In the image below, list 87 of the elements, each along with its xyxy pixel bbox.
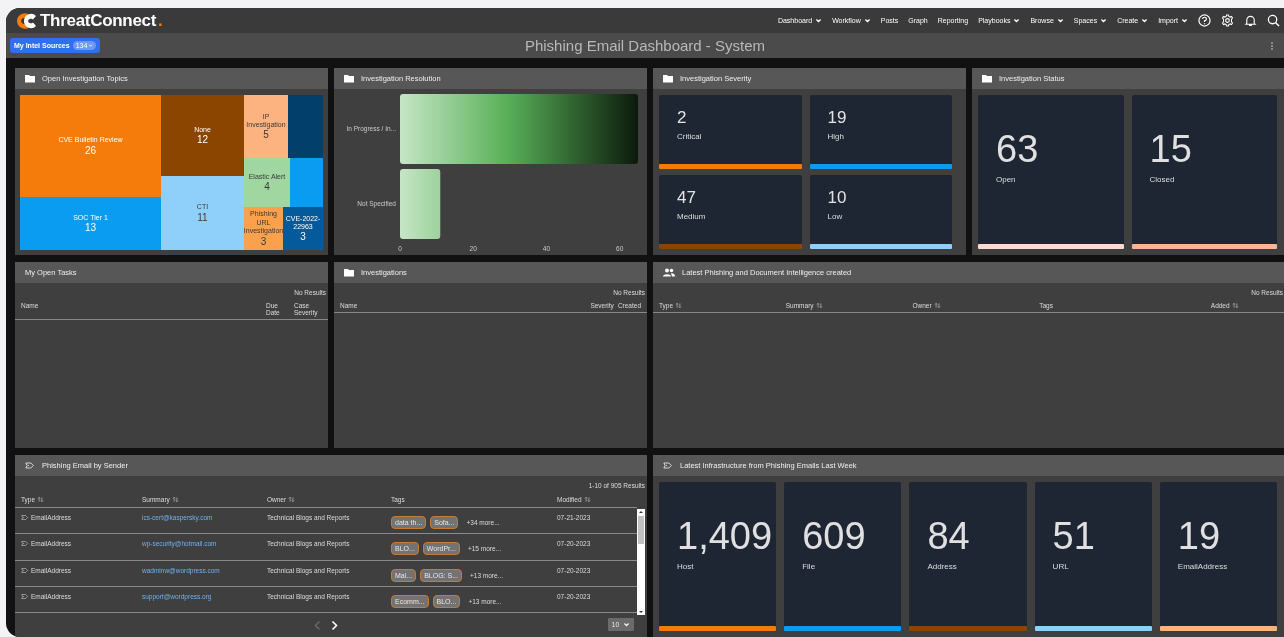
treemap-value: 5 [263,129,269,141]
stat-label: Address [927,561,958,571]
sort-icon[interactable] [815,302,823,309]
stat-label: URL [1052,561,1070,571]
stat-label: File [802,561,817,571]
stat-value: 15 [1149,129,1193,171]
caret-icon [1013,17,1021,24]
tag-icon [25,461,35,470]
stat-label: Medium [677,212,707,221]
treemap-tile[interactable] [288,95,323,158]
caret-icon [1056,17,1064,24]
caret-icon [1141,17,1149,24]
sort-icon[interactable] [171,496,179,503]
dashboard-title: Phishing Email Dashboard - System [524,37,766,54]
stat-value: 609 [802,516,867,558]
stat-value: 51 [1052,516,1096,558]
help-icon[interactable] [1198,14,1211,27]
sort-icon[interactable] [1231,302,1239,309]
stat-tile[interactable]: 47 Medium [659,175,802,249]
folder-icon [344,268,354,277]
sort-icon[interactable] [583,496,591,503]
more-options-icon[interactable] [1270,40,1274,51]
stat-label: Host [677,561,695,571]
treemap-value: 26 [84,144,97,156]
brand-name: ThreatConnect [40,10,157,31]
arrow-up-icon[interactable] [638,509,644,515]
treemap-value: 3 [260,235,267,247]
bar[interactable] [400,94,638,164]
stat-label: Critical [677,132,703,141]
search-icon[interactable] [1267,14,1280,27]
logo-icon [16,11,38,30]
stat-value: 19 [827,108,848,128]
people-icon [663,268,675,277]
stat-value: 84 [927,516,971,558]
folder-icon [663,74,673,83]
treemap-value: 13 [84,222,97,234]
tag-icon [663,461,673,470]
stat-value: 10 [827,188,848,208]
treemap-value: 12 [196,134,209,146]
stat-value: 2 [677,108,688,128]
scrollbar[interactable] [637,509,645,615]
tag-icon [21,566,29,574]
caret-icon [815,17,823,24]
stat-label: Closed [1149,174,1176,184]
brand-mark: . [158,10,163,31]
stat-value: 63 [996,129,1040,171]
caret-icon [1181,17,1188,24]
sort-icon[interactable] [37,496,45,503]
stat-tile[interactable]: 19 High [809,95,952,169]
sort-icon[interactable] [288,496,296,503]
stat-label: EmailAddress [1177,561,1229,571]
caret-icon [863,17,871,24]
stat-value: 1,409 [677,516,774,558]
chevron-right-icon [330,619,339,631]
sort-icon[interactable] [675,302,683,309]
folder-icon [982,74,992,83]
stat-value: 19 [1177,516,1222,558]
caret-icon [623,621,630,628]
chevron-left-icon [313,619,322,631]
settings-icon[interactable] [1221,14,1234,27]
stat-tile[interactable]: 84 Address [909,482,1027,631]
stat-value: 47 [677,188,697,208]
folder-icon [25,74,35,83]
tag-icon [21,540,29,548]
sort-icon[interactable] [933,302,941,309]
treemap-value: 11 [197,211,208,223]
stat-label: Low [827,212,844,221]
stat-tile[interactable]: 10 Low [809,175,952,249]
arrow-down-icon[interactable] [638,609,644,615]
stat-label: High [827,132,845,141]
stat-tile[interactable]: 609 File [784,482,902,631]
stat-tile[interactable]: 19 EmailAddress [1159,482,1277,631]
tag-icon [21,514,29,521]
caret-icon [88,43,94,48]
stat-tile[interactable]: 1,409 Host [659,482,777,631]
bell-icon[interactable] [1244,14,1257,27]
treemap-value: 4 [264,181,270,193]
tag-icon [21,592,29,600]
treemap-value: 3 [300,231,306,243]
stat-tile[interactable]: 2 Critical [659,95,802,169]
caret-icon [1100,17,1108,24]
stat-tile[interactable]: 51 URL [1034,482,1152,631]
treemap-tile[interactable] [290,158,323,207]
stat-tile[interactable]: 15 Closed [1131,95,1277,249]
folder-icon [344,74,354,83]
stat-label: Open [996,174,1017,184]
stat-tile[interactable]: 63 Open [978,95,1124,249]
